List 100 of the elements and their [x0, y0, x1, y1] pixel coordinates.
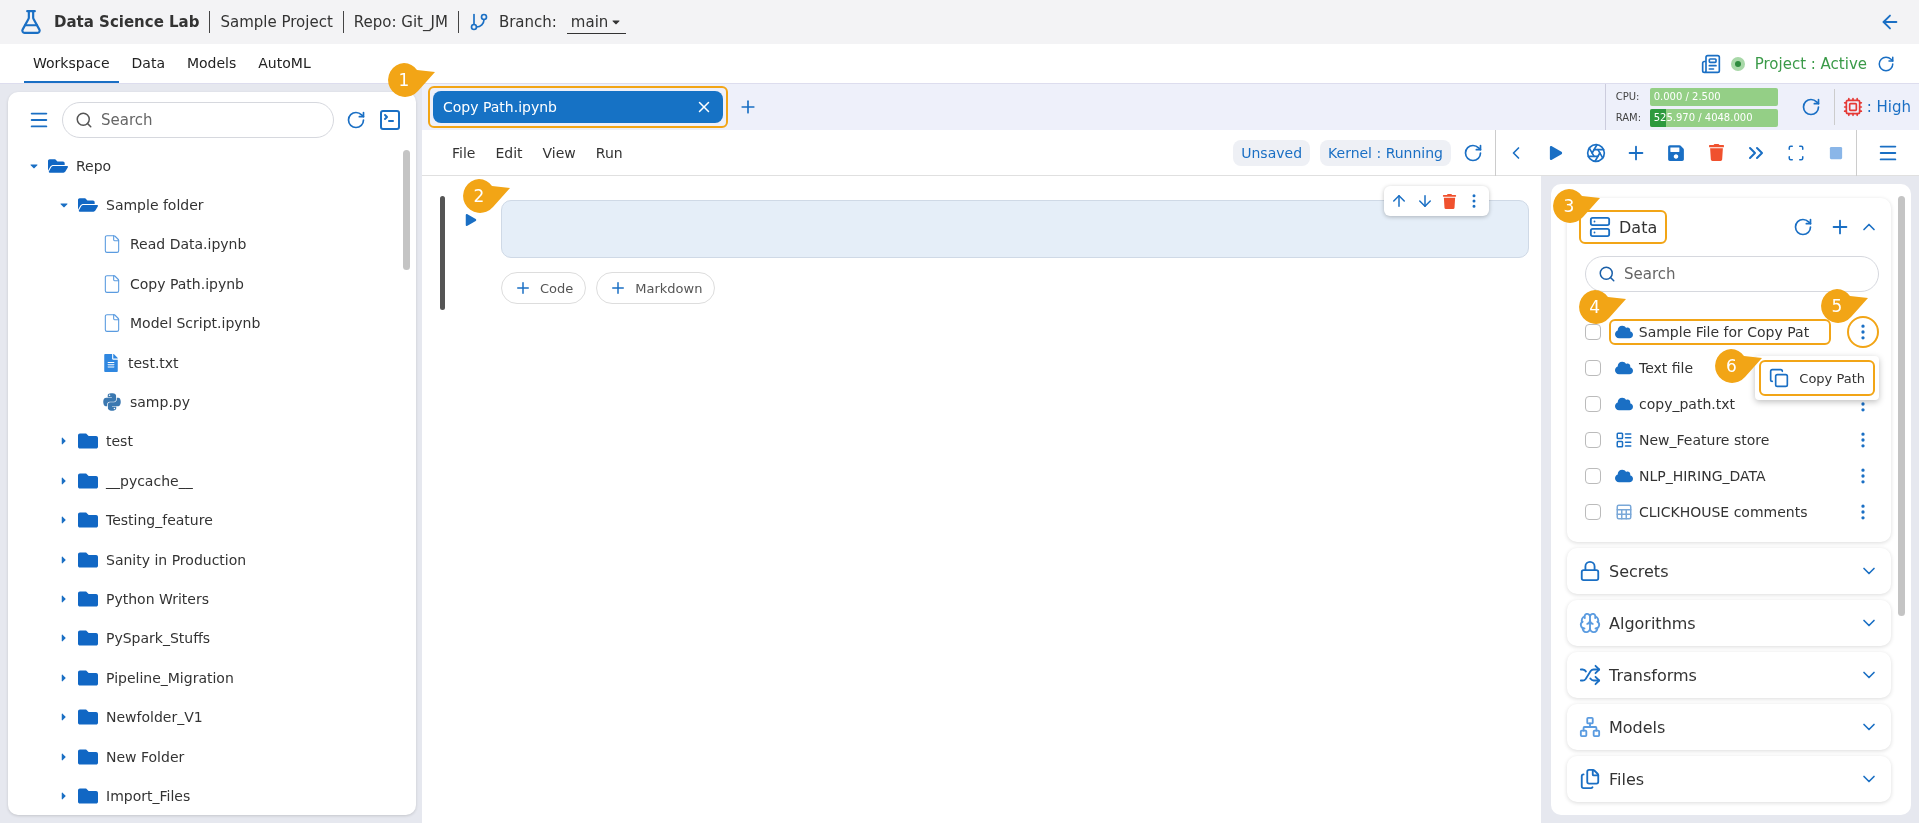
add-cell-button[interactable]: Markdown	[596, 272, 716, 304]
menu-item[interactable]: Run	[585, 144, 633, 161]
resource-label: CPU:	[1615, 91, 1641, 102]
terminal-icon[interactable]	[378, 108, 402, 132]
tree-item[interactable]: Python Writers	[106, 591, 209, 607]
refresh-icon[interactable]	[1800, 97, 1821, 117]
section-card[interactable]: Transforms	[1567, 652, 1891, 698]
checkbox[interactable]	[1585, 396, 1601, 412]
spreadsheet-icon	[1615, 503, 1633, 521]
chip-icon	[1842, 97, 1863, 117]
run-cell-icon[interactable]	[465, 214, 477, 226]
callout-badge: 6	[1713, 348, 1764, 384]
section-card[interactable]: Files	[1567, 756, 1891, 802]
tree-item[interactable]: test.txt	[128, 354, 179, 371]
search-icon	[1598, 265, 1616, 283]
checkbox[interactable]	[1585, 324, 1601, 340]
database-icon	[1589, 216, 1611, 238]
section-title: Algorithms	[1609, 613, 1696, 633]
tree-item[interactable]: Repo	[76, 157, 112, 174]
repo-name: Repo: Git_JM	[353, 13, 448, 31]
nav-tab[interactable]: Models	[177, 44, 246, 83]
fullscreen-icon[interactable]	[1787, 143, 1805, 162]
menu-item[interactable]: Edit	[485, 144, 533, 161]
menu-item[interactable]: File	[442, 144, 486, 161]
data-item[interactable]: Text file	[1639, 360, 1694, 376]
data-item[interactable]: CLICKHOUSE comments	[1639, 504, 1808, 520]
checkbox[interactable]	[1585, 504, 1601, 520]
move-down-icon[interactable]	[1416, 192, 1434, 210]
tree-item[interactable]: test	[106, 433, 133, 450]
scrollbar[interactable]	[403, 150, 410, 270]
tree-item[interactable]: Sanity in Production	[106, 551, 247, 568]
data-item[interactable]: copy_path.txt	[1639, 396, 1735, 412]
tree-item[interactable]: New Folder	[106, 748, 185, 765]
branch-label: Branch:	[498, 13, 557, 31]
section-card[interactable]: Algorithms	[1567, 600, 1891, 646]
trash-icon[interactable]	[1707, 144, 1725, 161]
refresh-icon[interactable]	[1463, 142, 1483, 163]
save-icon[interactable]	[1667, 143, 1685, 162]
document-icon[interactable]	[1700, 53, 1721, 74]
tree-item[interactable]: Model Script.ipynb	[130, 315, 261, 332]
section-title[interactable]: Data	[1619, 217, 1658, 237]
section-card[interactable]: Models	[1567, 704, 1891, 750]
tree-item[interactable]: Testing_feature	[106, 512, 213, 529]
folder-icon	[78, 707, 98, 728]
code-cell[interactable]	[501, 200, 1529, 258]
scrollbar[interactable]	[1898, 196, 1905, 616]
network-icon	[1579, 716, 1601, 738]
app-title: Data Science Lab	[54, 13, 200, 31]
callout-badge: 4	[1576, 289, 1627, 325]
python-icon	[102, 392, 122, 413]
refresh-icon[interactable]	[1877, 54, 1895, 73]
tree-item[interactable]: Newfolder_V1	[106, 709, 203, 726]
tree-item[interactable]: __pycache__	[106, 472, 193, 489]
save-status: Unsaved	[1233, 139, 1311, 166]
lock-icon	[1579, 560, 1601, 582]
move-up-icon[interactable]	[1390, 192, 1408, 210]
section-title: Models	[1609, 717, 1666, 737]
tree-item[interactable]: samp.py	[130, 394, 191, 411]
nav-tab[interactable]: AutoML	[249, 44, 320, 83]
file-icon	[102, 313, 122, 334]
refresh-icon[interactable]	[346, 110, 366, 130]
section-card[interactable]: Secrets	[1567, 548, 1891, 594]
notebook-tab[interactable]: Copy Path.ipynb	[433, 91, 723, 123]
tree-item[interactable]: PySpark_Stuffs	[106, 630, 211, 647]
project-name: Sample Project	[220, 13, 333, 31]
copy-icon	[1769, 368, 1790, 388]
menu-item[interactable]: View	[532, 144, 586, 161]
tree-item[interactable]: Read Data.ipynb	[130, 236, 247, 253]
data-item[interactable]: Sample File for Copy Pat	[1638, 324, 1810, 340]
nav-tab[interactable]: Data	[122, 44, 174, 83]
plus-icon	[514, 279, 532, 297]
add-cell-button[interactable]: Code	[501, 272, 587, 304]
tree-item[interactable]: Sample folder	[106, 197, 204, 214]
data-item[interactable]: New_Feature store	[1639, 432, 1770, 448]
section-title: Secrets	[1609, 561, 1669, 581]
folder-icon	[78, 589, 98, 609]
data-item[interactable]: NLP_HIRING_DATA	[1639, 468, 1766, 484]
trash-icon[interactable]	[1442, 193, 1457, 209]
checkbox[interactable]	[1585, 360, 1601, 376]
cloud-icon	[1615, 359, 1633, 377]
tree-item[interactable]: Copy Path.ipynb	[130, 275, 244, 292]
nav-tab[interactable]: Workspace	[24, 44, 119, 83]
checkbox[interactable]	[1585, 432, 1601, 448]
tree-item[interactable]: Pipeline_Migration	[106, 669, 234, 686]
folder-icon	[78, 431, 98, 452]
cloud-icon	[1614, 323, 1633, 341]
branch-dropdown[interactable]: main	[566, 10, 627, 34]
search-icon	[75, 111, 93, 129]
priority-label: : High	[1866, 98, 1911, 116]
document-icon	[102, 353, 120, 372]
usage-bar: 0.000 / 2.500	[1649, 87, 1778, 106]
file-icon	[102, 234, 122, 255]
checkbox[interactable]	[1585, 468, 1601, 484]
callout-badge: 5	[1819, 288, 1869, 324]
tree-item[interactable]: Import_Files	[106, 787, 191, 804]
run-icon[interactable]	[1549, 145, 1563, 160]
refresh-icon[interactable]	[1793, 217, 1813, 237]
kernel-status: Kernel : Running	[1320, 139, 1451, 166]
menu-item[interactable]: Copy Path	[1761, 362, 1873, 394]
file-icon	[102, 273, 122, 294]
